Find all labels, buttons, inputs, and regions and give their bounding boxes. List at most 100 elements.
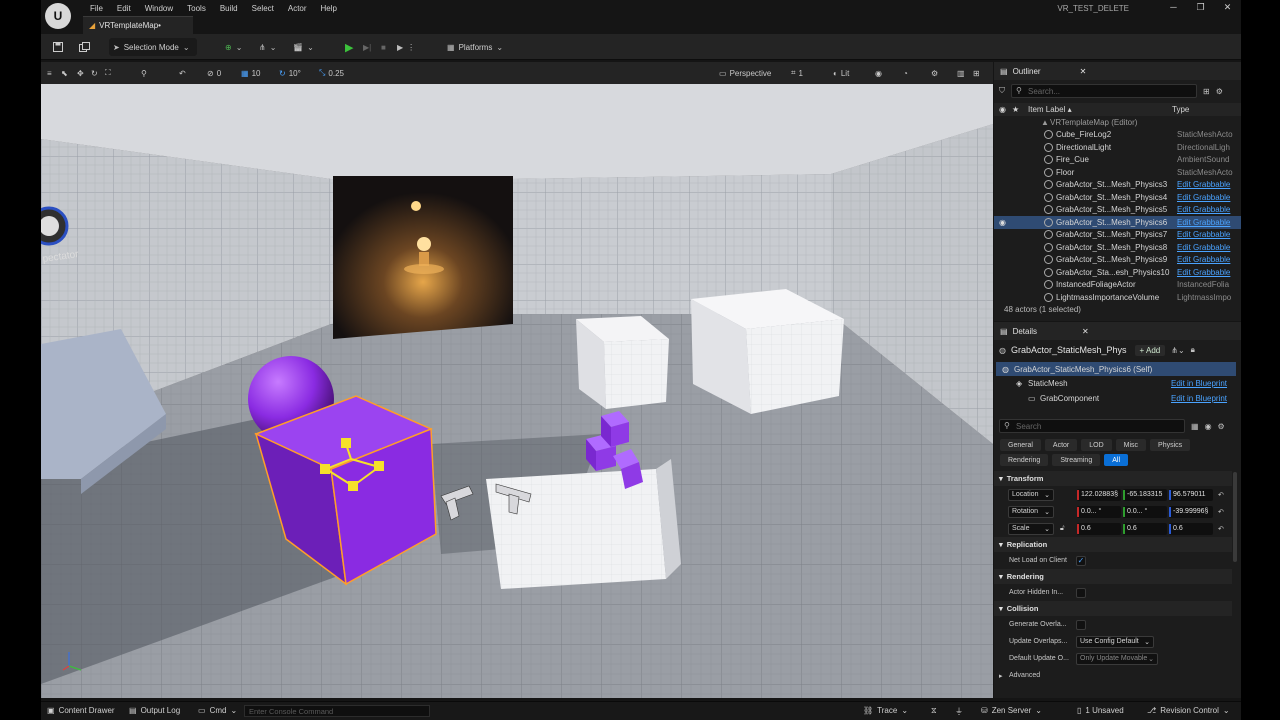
play-options-button[interactable]: ▶ ⋮ [393, 38, 419, 56]
replication-section[interactable]: ▾ Replication [994, 537, 1232, 552]
outliner-row[interactable]: Floor StaticMeshActo [994, 166, 1241, 179]
menu-help[interactable]: Help [314, 4, 344, 13]
cinematics-button[interactable]: 🎬︎ ⌄ [289, 38, 318, 56]
outliner-tab[interactable]: ▤ Outliner ✕ [994, 62, 1241, 80]
add-content-button[interactable]: ⊕ ⌄ [221, 38, 246, 56]
rotation-dropdown[interactable]: Rotation ⌄ [1008, 505, 1054, 518]
transform-section[interactable]: ▾ Transform [994, 471, 1232, 486]
visibility-icon[interactable]: ◉ [999, 218, 1006, 227]
snap-count[interactable]: ⊘ 0 [207, 66, 221, 80]
filter-general[interactable]: General [1000, 439, 1041, 451]
step-button[interactable]: ▶| [359, 38, 375, 56]
settings-dropdown[interactable]: ⚙ [931, 66, 938, 80]
grid-snap-translate[interactable]: ▦ 10 [241, 66, 260, 80]
browse-icon[interactable] [75, 38, 94, 56]
location-z-field[interactable]: 96.579011 [1169, 488, 1213, 501]
stats-button[interactable]: ⏚ [955, 706, 963, 717]
edit-grabbable-link[interactable]: Edit Grabbable [1177, 230, 1233, 239]
location-dropdown[interactable]: Location ⌄ [1008, 488, 1054, 501]
outliner-row[interactable]: InstancedFoliageActor InstancedFolia [994, 279, 1241, 292]
filter-physics[interactable]: Physics [1150, 439, 1191, 451]
rotation-z-field[interactable]: -39.99996§ [1169, 505, 1213, 518]
add-folder-icon[interactable]: ⊞ [1203, 87, 1210, 96]
advanced-row[interactable]: ▸ Advanced [994, 667, 1232, 684]
details-tab[interactable]: ▤ Details ✕ [994, 322, 1241, 340]
filter-streaming[interactable]: Streaming [1052, 454, 1101, 466]
menu-build[interactable]: Build [213, 4, 245, 13]
level-viewport[interactable]: ≡ ⬉ ✥ ↻ ⛶ ⚲ ↶ ⊘ 0 ▦ 10 ↻ 10° ⤡ 0.25 ▭ Perspec… [41, 62, 993, 698]
translate-tool[interactable]: ✥ [77, 66, 84, 80]
rotation-y-field[interactable]: 0.0... ° [1123, 505, 1167, 518]
add-component-button[interactable]: + Add [1134, 344, 1166, 356]
hidden-in-game-checkbox[interactable] [1076, 587, 1086, 598]
lock-icon[interactable]: 🔒︎ [1191, 345, 1195, 355]
outliner-row[interactable]: GrabActor_St...Mesh_Physics7 Edit Grabbab… [994, 229, 1241, 242]
view-mode-dropdown[interactable]: ◐ Lit [833, 66, 849, 80]
eye-icon[interactable]: ◉ [1205, 422, 1212, 431]
outliner-row[interactable]: GrabActor_St...Mesh_Physics9 Edit Grabbab… [994, 254, 1241, 267]
select-tool[interactable]: ⬉ [61, 66, 68, 80]
camera-speed-dropdown[interactable]: ⌗ 1 [791, 66, 803, 80]
show-flags-dropdown[interactable]: ◉ [875, 66, 882, 80]
gear-icon[interactable]: ⚙ [1216, 87, 1223, 96]
edit-grabbable-link[interactable]: Edit Grabbable [1177, 255, 1233, 264]
save-icon[interactable] [49, 38, 67, 56]
outliner-root[interactable]: ▲ VRTemplateMap (Editor) [994, 116, 1241, 129]
output-log-button[interactable]: ▤ Output Log [129, 706, 180, 715]
scale-z-field[interactable]: 0.6 [1169, 522, 1213, 535]
console-input[interactable]: Enter Console Command [244, 705, 430, 717]
derived-data-button[interactable]: ⧖ [931, 706, 937, 716]
component-self[interactable]: ◍ GrabActor_StaticMesh_Physics6 (Self) [996, 362, 1236, 376]
net-load-checkbox[interactable]: ✓ [1076, 555, 1086, 566]
cmd-dropdown[interactable]: ▭ Cmd ⌄ [198, 706, 237, 715]
generate-overlap-checkbox[interactable] [1076, 619, 1086, 630]
reset-icon[interactable]: ↶ [1218, 525, 1224, 533]
outliner-row[interactable]: Cube_FireLog2 StaticMeshActo [994, 129, 1241, 142]
menu-edit[interactable]: Edit [110, 4, 138, 13]
update-overlaps-dropdown[interactable]: Use Config Default ⌄ [1076, 635, 1154, 648]
reset-icon[interactable]: ↶ [1218, 491, 1224, 499]
outliner-search-input[interactable]: ⚲ Search... [1011, 84, 1197, 98]
edit-in-blueprint-link[interactable]: Edit in Blueprint [1171, 394, 1227, 403]
minimize-icon[interactable]: ─ [1160, 2, 1187, 12]
scene-render[interactable]: pectator [41, 84, 993, 698]
world-local-toggle[interactable]: ⚲ [141, 66, 147, 80]
trace-dropdown[interactable]: ⛓ Trace ⌄ [863, 706, 908, 715]
filter-lod[interactable]: LOD [1081, 439, 1112, 451]
outliner-row[interactable]: GrabActor_St...Mesh_Physics5 Edit Grabbab… [994, 204, 1241, 217]
lock-scale-icon[interactable]: 🔓︎ [1060, 525, 1065, 533]
outliner-row[interactable]: ◉ GrabActor_St...Mesh_Physics6 Edit Grabba… [994, 216, 1241, 229]
maximize-viewport-button[interactable]: ⊞ [973, 66, 980, 80]
perspective-dropdown[interactable]: ▭ Perspective [719, 66, 771, 80]
unreal-logo[interactable]: U [45, 3, 71, 29]
location-x-field[interactable]: 122.02883§ [1077, 488, 1121, 501]
edit-grabbable-link[interactable]: Edit Grabbable [1177, 243, 1233, 252]
scale-x-field[interactable]: 0.6 [1077, 522, 1121, 535]
menu-file[interactable]: File [83, 4, 110, 13]
outliner-row[interactable]: GrabActor_St...Mesh_Physics8 Edit Grabbab… [994, 241, 1241, 254]
rotation-x-field[interactable]: 0.0... ° [1077, 505, 1121, 518]
component-grab[interactable]: ▭ GrabComponent Edit in Blueprint [996, 391, 1236, 406]
map-tab[interactable]: ◢ VRTemplateMap• [83, 16, 193, 34]
surface-snap-toggle[interactable]: ↶ [179, 66, 186, 80]
unsaved-button[interactable]: ▯ 1 Unsaved [1077, 706, 1124, 715]
outliner-row[interactable]: GrabActor_St...Mesh_Physics3 Edit Grabbab… [994, 179, 1241, 192]
location-y-field[interactable]: -65.183315 [1123, 488, 1167, 501]
filter-icon[interactable]: ⛉ [999, 86, 1005, 96]
close-icon[interactable]: ✕ [1082, 327, 1089, 336]
type-header[interactable]: Type [1172, 105, 1189, 114]
outliner-row[interactable]: GrabActor_Sta...esh_Physics10 Edit Grabba… [994, 266, 1241, 279]
outliner-row[interactable]: GrabActor_St...Mesh_Physics4 Edit Grabbab… [994, 191, 1241, 204]
menu-window[interactable]: Window [138, 4, 180, 13]
performance-dropdown[interactable]: ◔ [903, 66, 908, 80]
edit-grabbable-link[interactable]: Edit Grabbable [1177, 193, 1233, 202]
table-view-icon[interactable]: ▦ [1191, 422, 1199, 431]
revision-control-dropdown[interactable]: ⎇ Revision Control ⌄ [1147, 706, 1230, 715]
outliner-row[interactable]: DirectionalLight DirectionalLigh [994, 141, 1241, 154]
rendering-section[interactable]: ▾ Rendering [994, 569, 1232, 584]
reset-icon[interactable]: ↶ [1218, 508, 1224, 516]
play-button[interactable]: ▶ [341, 38, 357, 56]
viewport-menu-button[interactable]: ≡ [47, 66, 52, 80]
default-update-dropdown[interactable]: Only Update Movable ⌄ [1076, 652, 1158, 665]
close-icon[interactable]: ✕ [1214, 2, 1241, 13]
